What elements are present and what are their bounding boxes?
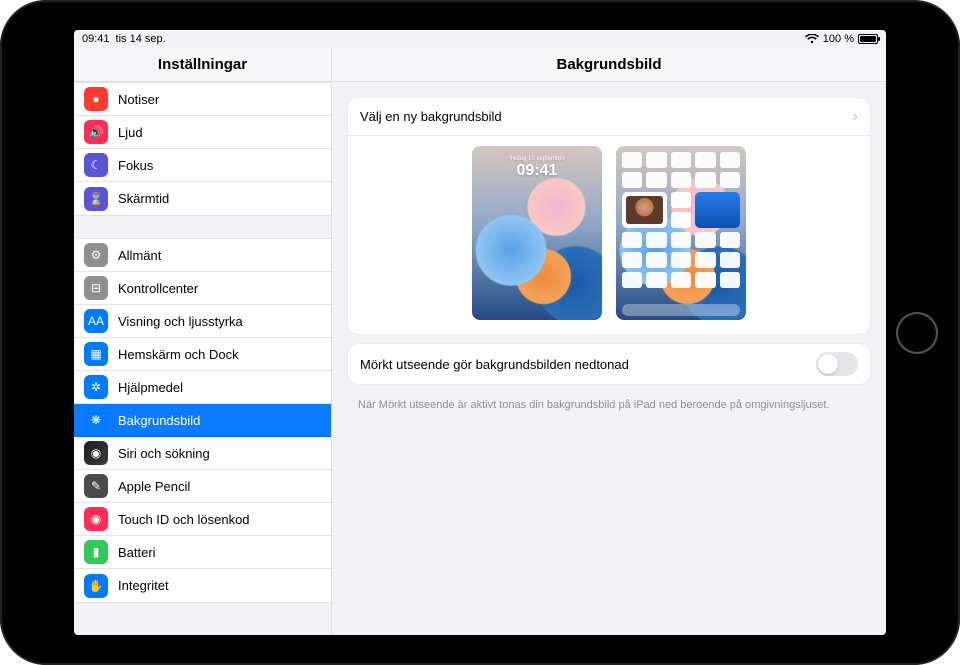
sidebar-item-privacy[interactable]: ✋ Integritet	[74, 569, 331, 602]
sidebar-item-label: Touch ID och lösenkod	[118, 512, 250, 527]
homescreen-preview[interactable]	[616, 146, 746, 320]
battery-text: 100 %	[823, 33, 854, 45]
sidebar-group: ⚙ Allmänt ⊟ Kontrollcenter AA Visning och lju…	[74, 238, 331, 603]
sidebar-item-label: Batteri	[118, 545, 156, 560]
display-icon: AA	[84, 309, 108, 333]
detail-pane: Bakgrundsbild Välj en ny bakgrundsbild ›…	[332, 48, 886, 635]
sidebar-item-accessibility[interactable]: ✲ Hjälpmedel	[74, 371, 331, 404]
sidebar-item-sound[interactable]: 🔊 Ljud	[74, 116, 331, 149]
choose-wallpaper-card: Välj en ny bakgrundsbild › fredag 10 sep…	[348, 98, 870, 334]
home-button[interactable]	[896, 312, 938, 354]
sidebar-item-label: Ljud	[118, 125, 143, 140]
sidebar-item-siri[interactable]: ◉ Siri och sökning	[74, 437, 331, 470]
focus-icon: ☾	[84, 153, 108, 177]
sidebar-list[interactable]: ● Notiser 🔊 Ljud ☾ Fokus ⌛ Skärmtid ⚙ Allmänt ⊟ Kon…	[74, 82, 331, 635]
sidebar-item-label: Allmänt	[118, 248, 161, 263]
touchid-icon: ◉	[84, 507, 108, 531]
lockscreen-preview[interactable]: fredag 10 september 09:41	[472, 146, 602, 320]
chevron-right-icon: ›	[853, 108, 858, 126]
controlcenter-icon: ⊟	[84, 276, 108, 300]
wallpaper-icon: ❋	[84, 408, 108, 432]
status-date: tis 14 sep.	[116, 33, 166, 45]
sidebar-item-notifications[interactable]: ● Notiser	[74, 83, 331, 116]
sidebar-item-controlcenter[interactable]: ⊟ Kontrollcenter	[74, 272, 331, 305]
general-icon: ⚙	[84, 243, 108, 267]
homescreen-grid-icon	[622, 152, 740, 302]
sidebar-item-label: Visning och ljusstyrka	[118, 314, 243, 329]
sidebar-group: ● Notiser 🔊 Ljud ☾ Fokus ⌛ Skärmtid	[74, 82, 331, 216]
wifi-icon	[805, 34, 819, 44]
dim-card: Mörkt utseende gör bakgrundsbilden nedto…	[348, 344, 870, 384]
sidebar-item-label: Apple Pencil	[118, 479, 190, 494]
wallpaper-previews: fredag 10 september 09:41	[348, 136, 870, 334]
choose-wallpaper-label: Välj en ny bakgrundsbild	[360, 109, 502, 124]
sidebar-item-focus[interactable]: ☾ Fokus	[74, 149, 331, 182]
dim-toggle[interactable]	[816, 352, 858, 376]
sidebar-item-general[interactable]: ⚙ Allmänt	[74, 239, 331, 272]
sidebar-item-label: Kontrollcenter	[118, 281, 198, 296]
sidebar-item-label: Bakgrundsbild	[118, 413, 200, 428]
sidebar-item-label: Skärmtid	[118, 191, 169, 206]
sidebar-title: Inställningar	[74, 48, 331, 82]
sidebar-item-label: Hemskärm och Dock	[118, 347, 239, 362]
dim-label: Mörkt utseende gör bakgrundsbilden nedto…	[360, 357, 629, 372]
lock-date: fredag 10 september	[472, 156, 602, 162]
sidebar-item-display[interactable]: AA Visning och ljusstyrka	[74, 305, 331, 338]
sidebar-item-pencil[interactable]: ✎ Apple Pencil	[74, 470, 331, 503]
battery-icon: ▮	[84, 540, 108, 564]
sidebar-item-label: Siri och sökning	[118, 446, 210, 461]
detail-title: Bakgrundsbild	[332, 48, 886, 82]
pencil-icon: ✎	[84, 474, 108, 498]
sidebar-item-label: Integritet	[118, 578, 169, 593]
accessibility-icon: ✲	[84, 375, 108, 399]
sound-icon: 🔊	[84, 120, 108, 144]
dim-row: Mörkt utseende gör bakgrundsbilden nedto…	[348, 344, 870, 384]
device-frame: 09:41 tis 14 sep. 100 % Inställningar ● N…	[0, 0, 960, 665]
sidebar-item-label: Notiser	[118, 92, 159, 107]
sidebar-item-screentime[interactable]: ⌛ Skärmtid	[74, 182, 331, 215]
choose-wallpaper-row[interactable]: Välj en ny bakgrundsbild ›	[348, 98, 870, 136]
settings-sidebar: Inställningar ● Notiser 🔊 Ljud ☾ Fokus ⌛ Skärmt…	[74, 48, 332, 635]
screen: 09:41 tis 14 sep. 100 % Inställningar ● N…	[74, 30, 886, 635]
sidebar-item-battery[interactable]: ▮ Batteri	[74, 536, 331, 569]
status-bar: 09:41 tis 14 sep. 100 %	[74, 30, 886, 48]
screentime-icon: ⌛	[84, 187, 108, 211]
status-time: 09:41	[82, 33, 110, 45]
lock-time: 09:41	[517, 162, 558, 179]
sidebar-item-wallpaper[interactable]: ❋ Bakgrundsbild	[74, 404, 331, 437]
sidebar-item-label: Fokus	[118, 158, 153, 173]
battery-icon	[858, 34, 878, 44]
notifications-icon: ●	[84, 87, 108, 111]
sidebar-item-touchid[interactable]: ◉ Touch ID och lösenkod	[74, 503, 331, 536]
sidebar-item-homescreen[interactable]: ▦ Hemskärm och Dock	[74, 338, 331, 371]
sidebar-item-label: Hjälpmedel	[118, 380, 183, 395]
privacy-icon: ✋	[84, 574, 108, 598]
dim-footer-note: När Mörkt utseende är aktivt tonas din b…	[348, 394, 870, 412]
siri-icon: ◉	[84, 441, 108, 465]
homescreen-icon: ▦	[84, 342, 108, 366]
